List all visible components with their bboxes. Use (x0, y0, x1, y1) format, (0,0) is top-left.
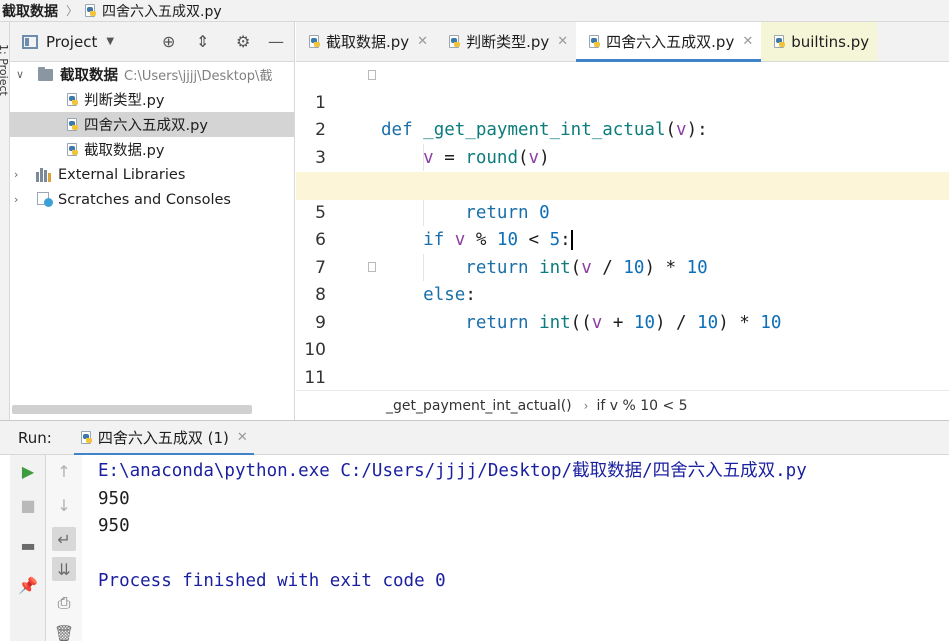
trash-icon[interactable]: 🗑 (52, 621, 76, 641)
tab-label: 判断类型.py (466, 33, 550, 51)
tab-panduan-leixing[interactable]: 判断类型.py ✕ (436, 22, 576, 61)
chevron-right-icon: › (583, 398, 589, 413)
code-line: 12 print(_get_payment_int_actual(1500 * … (296, 365, 949, 391)
locate-icon[interactable]: ⊕ (162, 34, 175, 50)
tree-file-item-selected[interactable]: 四舍六入五成双.py (10, 112, 294, 137)
print-icon[interactable]: ⎙ (52, 591, 76, 615)
library-icon (36, 167, 53, 182)
scratches-label: Scratches and Consoles (58, 191, 231, 208)
folder-icon (38, 66, 53, 81)
code-line: 11 print(_get_payment_int_actual(1500 * … (296, 337, 949, 388)
code-line: 1 def _get_payment_int_actual(v): (296, 62, 949, 141)
project-tool-window-button[interactable]: 1: Project (0, 44, 9, 96)
chevron-down-icon[interactable]: ∨ (16, 68, 26, 81)
python-file-icon (84, 3, 98, 18)
tree-root-name: 截取数据 (60, 68, 118, 84)
python-file-icon (448, 34, 462, 49)
nav-crumb-file-label: 四舍六入五成双.py (102, 3, 222, 20)
collapse-all-icon[interactable]: ⇕ (196, 34, 209, 50)
code-line: 6 return int(v / 10) * 10 (296, 200, 949, 278)
python-file-icon (66, 142, 80, 157)
run-toolbar-secondary: ↑ ↓ ↵ ⇊ ⎙ 🗑 (46, 455, 82, 641)
run-config-tab[interactable]: 四舍六入五成双 (1) ✕ (73, 421, 254, 456)
tree-file-item[interactable]: 截取数据.py (10, 137, 294, 162)
tab-label: builtins.py (791, 32, 870, 51)
console-output-line: 950 (98, 488, 130, 509)
navigation-bar: 截取数据 〉 四舍六入五成双.py (0, 0, 949, 22)
close-icon[interactable]: ✕ (742, 34, 753, 49)
chevron-right-icon[interactable]: › (14, 168, 24, 181)
scratches-icon (36, 192, 53, 207)
chevron-down-icon[interactable]: ▼ (106, 36, 114, 47)
breadcrumb-condition[interactable]: if v % 10 < 5 (596, 398, 687, 414)
code-line: 3 if v == '-': (296, 117, 949, 196)
project-view-icon (22, 34, 38, 49)
console-command-line: E:\anaconda\python.exe C:/Users/jjjj/Des… (98, 461, 807, 481)
breadcrumb-function[interactable]: _get_payment_int_actual() (386, 398, 572, 414)
tab-sishe-liuru[interactable]: 四舍六入五成双.py ✕ (576, 22, 762, 62)
up-arrow-icon[interactable]: ↑ (52, 459, 76, 483)
run-console[interactable]: E:\anaconda\python.exe C:/Users/jjjj/Des… (82, 455, 949, 641)
python-file-icon (588, 34, 602, 49)
code-line: 8 return int((v + 10) / 10) * 10 (296, 255, 949, 333)
close-icon[interactable]: ✕ (557, 34, 568, 49)
chevron-right-icon[interactable]: › (14, 193, 24, 206)
horizontal-scrollbar[interactable] (12, 405, 252, 414)
left-tool-strip: 1: Project (0, 22, 10, 420)
fold-marker-icon[interactable] (368, 262, 376, 272)
external-libraries-label: External Libraries (58, 166, 186, 183)
down-arrow-icon[interactable]: ↓ (52, 493, 76, 517)
tab-label: 截取数据.py (326, 33, 410, 51)
tree-root-folder[interactable]: ∨ 截取数据 C:\Users\jjjj\Desktop\截 (10, 62, 294, 87)
editor-breadcrumbs: _get_payment_int_actual() › if v % 10 < … (296, 390, 949, 420)
code-line: 4 return 0 (296, 145, 949, 223)
code-line: 9 (296, 282, 949, 333)
project-panel: Project ▼ ⊕ ⇕ ⚙ — ∨ 截取数据 C:\Users\jjjj\D… (10, 22, 295, 420)
nav-crumb-file[interactable]: 四舍六入五成双.py (84, 1, 222, 21)
editor-tabs: 截取数据.py ✕ 判断类型.py ✕ 四舍六入五成双.py ✕ builtin… (296, 22, 949, 62)
close-icon[interactable]: ✕ (417, 34, 428, 49)
tab-jiequ-shuju[interactable]: 截取数据.py ✕ (296, 22, 436, 61)
python-file-icon (66, 92, 80, 107)
layout-icon[interactable]: ▬ (16, 533, 40, 557)
pin-icon[interactable]: 📌 (16, 573, 40, 597)
tree-file-label: 判断类型.py (84, 93, 165, 109)
run-toolbar-primary: ▶ ■ ▬ 📌 (10, 455, 46, 641)
fold-marker-icon[interactable] (368, 70, 376, 80)
close-icon[interactable]: ✕ (237, 430, 248, 445)
project-view-selector[interactable]: Project (46, 33, 97, 51)
run-tab-label: 四舍六入五成双 (1) (97, 429, 229, 447)
project-panel-header: Project ▼ ⊕ ⇕ ⚙ — (10, 22, 294, 62)
hide-panel-icon[interactable]: — (268, 34, 284, 50)
run-panel-header: Run: 四舍六入五成双 (1) ✕ (0, 420, 949, 456)
soft-wrap-icon[interactable]: ↵ (52, 527, 76, 551)
python-file-icon (773, 34, 787, 49)
console-exit-line: Process finished with exit code 0 (98, 571, 446, 591)
nav-crumb-folder[interactable]: 截取数据 (2, 1, 58, 21)
tree-file-item[interactable]: 判断类型.py (10, 87, 294, 112)
code-line-current: 5 if v % 10 < 5: (296, 172, 949, 250)
stop-icon[interactable]: ■ (16, 493, 40, 517)
code-line: 7 else: (296, 227, 949, 306)
run-label: Run: (18, 428, 52, 447)
console-output-line: 950 (98, 516, 130, 536)
scroll-to-end-icon[interactable]: ⇊ (52, 557, 76, 581)
python-file-icon (80, 430, 94, 445)
rerun-play-icon[interactable]: ▶ (16, 459, 40, 483)
tree-external-libraries[interactable]: › External Libraries (10, 162, 294, 187)
chevron-right-icon: 〉 (66, 4, 79, 18)
tab-builtins[interactable]: builtins.py (761, 22, 878, 61)
code-line: 10 (296, 310, 949, 360)
code-line: 2 v = round(v) (296, 90, 949, 168)
tree-file-label: 四舍六入五成双.py (84, 118, 208, 134)
tree-root-path: C:\Users\jjjj\Desktop\截 (124, 69, 273, 84)
code-editor[interactable]: 1 def _get_payment_int_actual(v): 2 v = … (296, 62, 949, 390)
python-file-icon (308, 34, 322, 49)
gear-icon[interactable]: ⚙ (236, 34, 250, 50)
tree-file-label: 截取数据.py (84, 143, 165, 159)
tab-label: 四舍六入五成双.py (606, 33, 735, 51)
python-file-icon (66, 117, 80, 132)
tree-scratches[interactable]: › Scratches and Consoles (10, 187, 294, 212)
